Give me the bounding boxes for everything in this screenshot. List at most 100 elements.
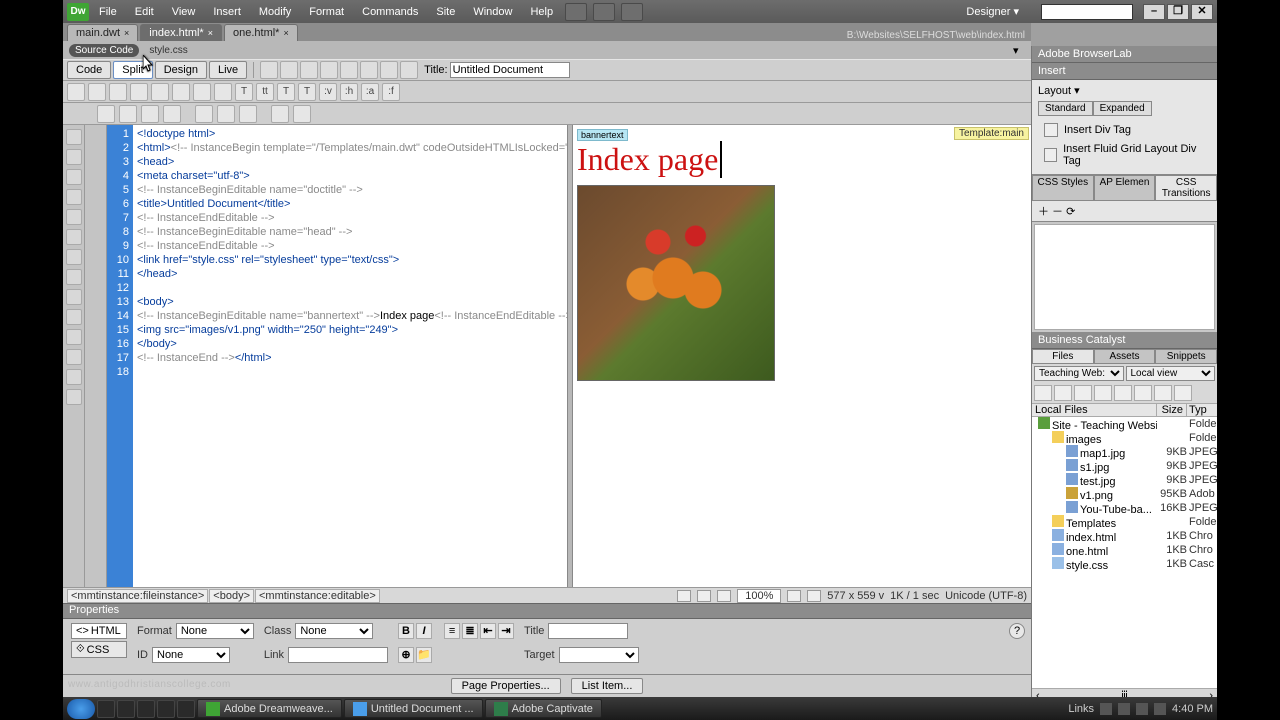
css-transitions-tab[interactable]: CSS Transitions xyxy=(1155,175,1217,201)
file-tree[interactable]: Site - Teaching Websi...FoldeimagesFolde… xyxy=(1032,417,1217,688)
quicklaunch-icon[interactable] xyxy=(97,700,115,718)
prop-html-tab[interactable]: <> HTML xyxy=(71,623,127,639)
assets-tab[interactable]: Assets xyxy=(1094,349,1156,364)
close-icon[interactable]: × xyxy=(208,28,213,38)
expand-icon[interactable] xyxy=(1174,385,1192,401)
gutter-icon[interactable] xyxy=(66,149,82,165)
quicklaunch-icon[interactable] xyxy=(137,700,155,718)
menu-site[interactable]: Site xyxy=(428,3,463,21)
menu-modify[interactable]: Modify xyxy=(251,3,299,21)
view-live[interactable]: Live xyxy=(209,61,247,79)
put-icon[interactable] xyxy=(1094,385,1112,401)
check-icon[interactable] xyxy=(360,61,378,79)
insert-panel-header[interactable]: Insert xyxy=(1032,63,1217,80)
new-icon[interactable] xyxy=(97,105,115,123)
source-code-pill[interactable]: Source Code xyxy=(69,44,139,57)
connect-icon[interactable] xyxy=(1034,385,1052,401)
page-properties-button[interactable]: Page Properties... xyxy=(451,678,561,694)
italic-icon[interactable]: I xyxy=(416,623,432,639)
gutter-icon[interactable] xyxy=(66,289,82,305)
link-browse-icon[interactable]: ⊕ xyxy=(398,647,414,663)
tree-row[interactable]: style.css1KBCasc xyxy=(1032,557,1217,571)
refresh-icon[interactable] xyxy=(320,61,338,79)
tab-main-dwt[interactable]: main.dwt× xyxy=(67,24,138,41)
tb2-icon[interactable]: T xyxy=(298,83,316,101)
gutter-icon[interactable] xyxy=(66,189,82,205)
bold-icon[interactable]: B xyxy=(398,623,414,639)
checkin-icon[interactable] xyxy=(1134,385,1152,401)
get-icon[interactable] xyxy=(1074,385,1092,401)
gutter-icon[interactable] xyxy=(66,169,82,185)
business-catalyst-header[interactable]: Business Catalyst xyxy=(1032,332,1217,349)
gutter-icon[interactable] xyxy=(66,209,82,225)
tree-row[interactable]: map1.jpg9KBJPEG xyxy=(1032,445,1217,459)
live-view-icon[interactable] xyxy=(260,61,278,79)
menu-commands[interactable]: Commands xyxy=(354,3,426,21)
options-icon[interactable] xyxy=(380,61,398,79)
close-icon[interactable]: × xyxy=(283,28,288,38)
checkout-icon[interactable] xyxy=(1114,385,1132,401)
hand-tool-icon[interactable] xyxy=(697,590,711,602)
tb2-icon[interactable] xyxy=(151,83,169,101)
site-icon[interactable] xyxy=(621,3,643,21)
tb2-icon[interactable]: T xyxy=(277,83,295,101)
standard-mode[interactable]: Standard xyxy=(1038,101,1093,116)
insert-category[interactable]: Layout ▾ xyxy=(1038,84,1211,97)
col-local-files[interactable]: Local Files xyxy=(1032,404,1157,416)
col-type[interactable]: Typ xyxy=(1187,404,1217,416)
class-select[interactable]: None xyxy=(295,623,373,639)
ap-elements-tab[interactable]: AP Elemen xyxy=(1094,175,1156,201)
tb2-icon[interactable]: :f xyxy=(382,83,400,101)
tb2-icon[interactable] xyxy=(193,83,211,101)
tree-row[interactable]: test.jpg9KBJPEG xyxy=(1032,473,1217,487)
taskbar-captivate[interactable]: Adobe Captivate xyxy=(485,699,602,718)
quicklaunch-icon[interactable] xyxy=(177,700,195,718)
window-minimize[interactable]: – xyxy=(1143,4,1165,20)
tree-row[interactable]: one.html1KBChro xyxy=(1032,543,1217,557)
tb2-icon[interactable] xyxy=(88,83,106,101)
format-select[interactable]: None xyxy=(176,623,254,639)
tb2-icon[interactable] xyxy=(172,83,190,101)
tb2-icon[interactable] xyxy=(130,83,148,101)
taskbar-dreamweaver[interactable]: Adobe Dreamweave... xyxy=(197,699,342,718)
view-split[interactable]: Split xyxy=(113,61,152,79)
tree-row[interactable]: TemplatesFolde xyxy=(1032,515,1217,529)
workspace-switcher[interactable]: Designer ▾ xyxy=(966,5,1019,18)
view-code[interactable]: Code xyxy=(67,61,111,79)
tree-row[interactable]: index.html1KBChro xyxy=(1032,529,1217,543)
search-input[interactable] xyxy=(1041,4,1133,20)
style-css-link[interactable]: style.css xyxy=(145,44,191,57)
cut-icon[interactable] xyxy=(195,105,213,123)
tray-icon[interactable] xyxy=(1136,703,1148,715)
insert-fluid-grid[interactable]: Insert Fluid Grid Layout Div Tag xyxy=(1038,140,1211,170)
tag-selector[interactable]: <mmtinstance:fileinstance><body><mmtinst… xyxy=(67,590,381,602)
content-image[interactable] xyxy=(577,185,775,381)
zoom-level[interactable]: 100% xyxy=(737,589,781,603)
menu-view[interactable]: View xyxy=(164,3,204,21)
saveall-icon[interactable] xyxy=(163,105,181,123)
title2-input[interactable] xyxy=(548,623,628,639)
menu-insert[interactable]: Insert xyxy=(205,3,249,21)
window-close[interactable]: ✕ xyxy=(1191,4,1213,20)
tab-one-html[interactable]: one.html*× xyxy=(224,24,298,41)
design-pane[interactable]: Template:main bannertext Index page xyxy=(573,125,1031,587)
select-tool-icon[interactable] xyxy=(677,590,691,602)
ul-icon[interactable]: ≡ xyxy=(444,623,460,639)
menu-format[interactable]: Format xyxy=(301,3,352,21)
device-icon[interactable] xyxy=(807,590,821,602)
gutter-icon[interactable] xyxy=(66,389,82,405)
css-transitions-list[interactable] xyxy=(1034,224,1215,330)
gutter-icon[interactable] xyxy=(66,249,82,265)
tray-icon[interactable] xyxy=(1154,703,1166,715)
title-input[interactable] xyxy=(450,62,570,78)
menu-help[interactable]: Help xyxy=(522,3,561,21)
list-item-button[interactable]: List Item... xyxy=(571,678,644,694)
expanded-mode[interactable]: Expanded xyxy=(1093,101,1152,116)
tb2-icon[interactable]: T xyxy=(235,83,253,101)
tb2-icon[interactable]: :h xyxy=(340,83,358,101)
gutter-icon[interactable] xyxy=(66,329,82,345)
redo-icon[interactable] xyxy=(293,105,311,123)
extend-icon[interactable] xyxy=(593,3,615,21)
tree-row[interactable]: You-Tube-ba...16KBJPEG xyxy=(1032,501,1217,515)
tree-row[interactable]: imagesFolde xyxy=(1032,431,1217,445)
